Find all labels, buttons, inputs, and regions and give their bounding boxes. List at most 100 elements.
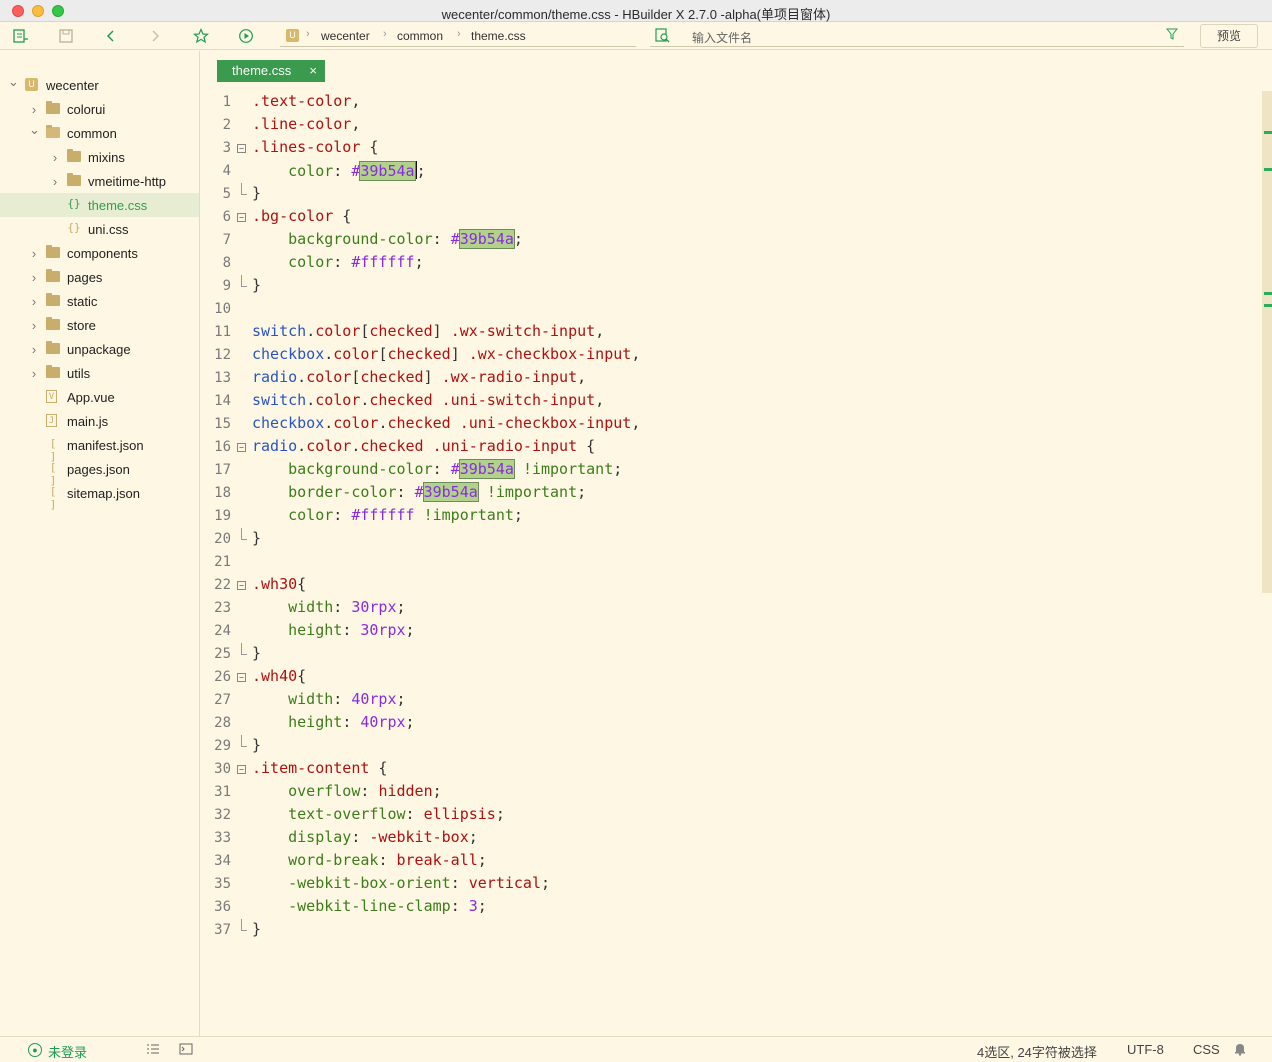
chevron-right-icon[interactable]: › xyxy=(29,246,39,261)
star-icon[interactable] xyxy=(192,28,210,44)
sidebar-item-theme-css[interactable]: {} theme.css xyxy=(0,193,199,217)
preview-button[interactable]: 预览 xyxy=(1200,24,1258,48)
sidebar-item-app-vue[interactable]: V App.vue xyxy=(0,385,199,409)
chevron-right-icon[interactable]: › xyxy=(29,318,39,333)
login-status[interactable]: 未登录 xyxy=(48,1042,87,1061)
chevron-right-icon[interactable]: › xyxy=(50,150,60,165)
chevron-right-icon[interactable]: › xyxy=(29,270,39,285)
code-line[interactable]: 18 border-color: #39b54a !important; xyxy=(201,482,1261,505)
sidebar-item-common[interactable]: ⌄ common xyxy=(0,121,199,145)
code-token: checked xyxy=(369,391,433,409)
code-line[interactable]: 33 display: -webkit-box; xyxy=(201,827,1261,850)
fold-toggle-icon[interactable]: − xyxy=(237,213,246,222)
breadcrumb-item-common[interactable]: common xyxy=(397,29,443,43)
new-file-icon[interactable] xyxy=(12,28,28,44)
forward-icon[interactable] xyxy=(147,28,163,44)
chevron-right-icon[interactable]: › xyxy=(29,366,39,381)
sidebar-item-unpackage[interactable]: › unpackage xyxy=(0,337,199,361)
chevron-right-icon[interactable]: › xyxy=(50,174,60,189)
code-line[interactable]: 26− .wh40{ xyxy=(201,666,1261,689)
sidebar-item-store[interactable]: › store xyxy=(0,313,199,337)
list-icon[interactable] xyxy=(146,1042,160,1059)
code-line[interactable]: 35 -webkit-box-orient: vertical; xyxy=(201,873,1261,896)
code-line[interactable]: 5} xyxy=(201,183,1261,206)
code-line[interactable]: 8 color: #ffffff; xyxy=(201,252,1261,275)
language-mode[interactable]: CSS xyxy=(1193,1042,1220,1057)
code-line[interactable]: 16− radio.color.checked .uni-radio-input … xyxy=(201,436,1261,459)
fold-toggle-icon[interactable]: − xyxy=(237,443,246,452)
code-line[interactable]: 19 color: #ffffff !important; xyxy=(201,505,1261,528)
code-line[interactable]: 1 .text-color, xyxy=(201,91,1261,114)
code-line[interactable]: 23 width: 30rpx; xyxy=(201,597,1261,620)
breadcrumb-item-theme-css[interactable]: theme.css xyxy=(471,29,526,43)
terminal-icon[interactable] xyxy=(179,1042,193,1059)
code-line[interactable]: 30− .item-content { xyxy=(201,758,1261,781)
code-token: ellipsis xyxy=(423,805,496,823)
code-line[interactable]: 37} xyxy=(201,919,1261,942)
fold-toggle-icon[interactable]: − xyxy=(237,144,246,153)
bell-icon[interactable] xyxy=(1234,1042,1246,1059)
code-line[interactable]: 7 background-color: #39b54a; xyxy=(201,229,1261,252)
sidebar-item-utils[interactable]: › utils xyxy=(0,361,199,385)
sidebar-item-sitemap-json[interactable]: [ ] sitemap.json xyxy=(0,481,199,511)
code-line[interactable]: 12 checkbox.color[checked] .wx-checkbox-i… xyxy=(201,344,1261,367)
file-search-input[interactable]: 输入文件名 xyxy=(650,25,1184,47)
code-line[interactable]: 15 checkbox.color.checked .uni-checkbox-i… xyxy=(201,413,1261,436)
chevron-down-icon[interactable]: ⌄ xyxy=(8,74,19,90)
sidebar-item-static[interactable]: › static xyxy=(0,289,199,313)
code-line[interactable]: 20} xyxy=(201,528,1261,551)
code-token: color xyxy=(333,345,379,363)
code-line[interactable]: 3− .lines-color { xyxy=(201,137,1261,160)
sidebar-item-components[interactable]: › components xyxy=(0,241,199,265)
sidebar-item-mixins[interactable]: › mixins xyxy=(0,145,199,169)
sidebar-item-pages-json[interactable]: [ ] pages.json xyxy=(0,457,199,487)
code-editor[interactable]: 1 .text-color, 2 .line-color, 3− .lines-color… xyxy=(201,91,1261,1036)
code-line[interactable]: 34 word-break: break-all; xyxy=(201,850,1261,873)
code-line[interactable]: 29} xyxy=(201,735,1261,758)
run-icon[interactable] xyxy=(238,28,254,44)
filter-icon[interactable] xyxy=(1165,28,1179,43)
sidebar-item-uni-css[interactable]: {} uni.css xyxy=(0,217,199,241)
fold-toggle-icon[interactable]: − xyxy=(237,673,246,682)
sidebar-item-pages[interactable]: › pages xyxy=(0,265,199,289)
fold-toggle-icon[interactable]: − xyxy=(237,581,246,590)
back-icon[interactable] xyxy=(103,28,119,44)
chevron-right-icon[interactable]: › xyxy=(29,342,39,357)
code-line[interactable]: 4 color: #39b54a; xyxy=(201,160,1261,183)
sidebar-item-main-js[interactable]: Jmain.js xyxy=(0,409,199,433)
code-line[interactable]: 27 width: 40rpx; xyxy=(201,689,1261,712)
chevron-right-icon[interactable]: › xyxy=(29,102,39,117)
encoding-indicator[interactable]: UTF-8 xyxy=(1127,1042,1164,1057)
code-line[interactable]: 28 height: 40rpx; xyxy=(201,712,1261,735)
code-line[interactable]: 17 background-color: #39b54a !important; xyxy=(201,459,1261,482)
breadcrumb-item-wecenter[interactable]: wecenter xyxy=(321,29,370,43)
code-line[interactable]: 6− .bg-color { xyxy=(201,206,1261,229)
code-token: { xyxy=(297,575,307,593)
sidebar-item-wecenter[interactable]: ⌄ Uwecenter xyxy=(0,73,199,97)
code-line[interactable]: 13 radio.color[checked] .wx-radio-input, xyxy=(201,367,1261,390)
code-line[interactable]: 2 .line-color, xyxy=(201,114,1261,137)
code-line[interactable]: 25} xyxy=(201,643,1261,666)
user-icon[interactable]: ● xyxy=(28,1043,42,1057)
chevron-right-icon[interactable]: › xyxy=(29,294,39,309)
sidebar-item-colorui[interactable]: › colorui xyxy=(0,97,199,121)
code-line[interactable]: 24 height: 30rpx; xyxy=(201,620,1261,643)
code-line[interactable]: 10 xyxy=(201,298,1261,321)
editor-scrollbar[interactable] xyxy=(1262,91,1272,593)
code-line[interactable]: 14 switch.color.checked .uni-switch-input… xyxy=(201,390,1261,413)
tab-theme-css[interactable]: theme.css × xyxy=(217,60,325,82)
sidebar-item-vmeitime-http[interactable]: › vmeitime-http xyxy=(0,169,199,193)
code-line[interactable]: 32 text-overflow: ellipsis; xyxy=(201,804,1261,827)
close-icon[interactable]: × xyxy=(309,60,317,82)
code-line[interactable]: 21 xyxy=(201,551,1261,574)
save-icon[interactable] xyxy=(58,28,74,44)
sidebar-item-manifest-json[interactable]: [ ] manifest.json xyxy=(0,433,199,463)
fold-toggle-icon[interactable]: − xyxy=(237,765,246,774)
chevron-down-icon[interactable]: ⌄ xyxy=(29,122,40,138)
code-line[interactable]: 11 switch.color[checked] .wx-switch-input… xyxy=(201,321,1261,344)
code-line[interactable]: 22− .wh30{ xyxy=(201,574,1261,597)
code-line[interactable]: 9} xyxy=(201,275,1261,298)
code-line[interactable]: 31 overflow: hidden; xyxy=(201,781,1261,804)
code-line[interactable]: 36 -webkit-line-clamp: 3; xyxy=(201,896,1261,919)
